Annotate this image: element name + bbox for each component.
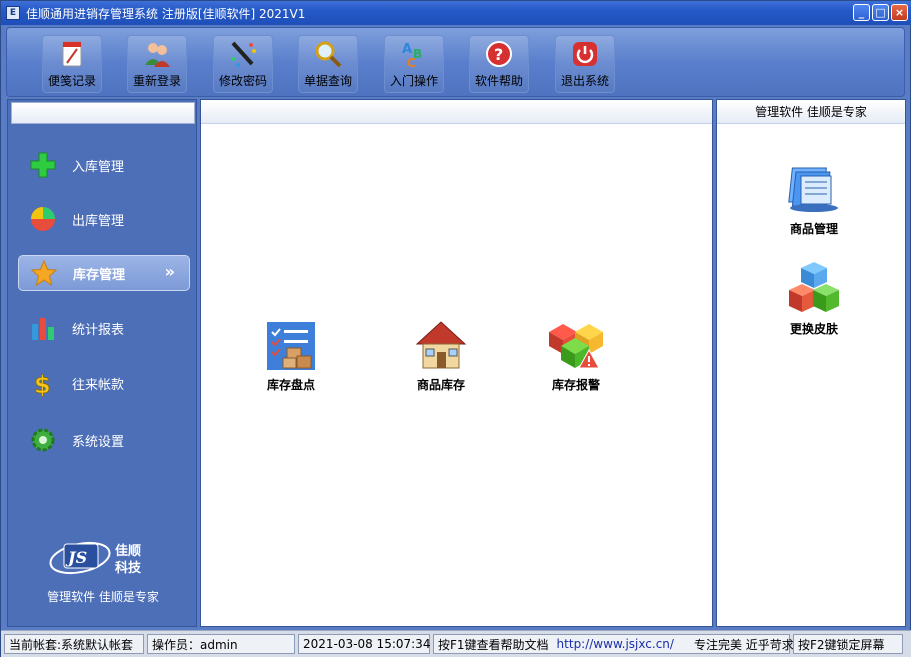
status-help-hint: 按F1键查看帮助文档 bbox=[438, 637, 549, 652]
minimize-button[interactable]: _ bbox=[853, 4, 870, 21]
status-account: 当前帐套:系统默认帐套 bbox=[4, 634, 144, 654]
magnifier-icon bbox=[315, 41, 342, 68]
left-slogan: 管理软件 佳顺是专家 bbox=[47, 590, 159, 604]
abc-icon: A BC bbox=[402, 42, 422, 69]
nav-label: 往来帐款 bbox=[72, 377, 125, 393]
module-product-stock[interactable]: 商品库存 bbox=[396, 318, 486, 393]
document-search-button[interactable]: 单据查询 bbox=[298, 35, 358, 93]
logo-text-2: 科技 bbox=[115, 560, 142, 576]
module-label: 库存报警 bbox=[551, 378, 600, 392]
nav-label: 统计报表 bbox=[72, 322, 125, 338]
nav-label: 系统设置 bbox=[72, 434, 125, 450]
svg-text:?: ? bbox=[494, 45, 503, 64]
star-icon bbox=[29, 258, 59, 288]
nav-label: 出库管理 bbox=[72, 213, 125, 229]
status-help: 按F1键查看帮助文档 http://www.jsjxc.cn/ 专注完美 近乎苛… bbox=[433, 634, 794, 654]
nav-item-stock-in[interactable]: 入库管理 bbox=[18, 147, 190, 183]
files-icon bbox=[788, 167, 838, 212]
module-label: 更换皮肤 bbox=[789, 322, 838, 336]
cubes-icon bbox=[789, 262, 839, 312]
module-change-skin[interactable]: 更换皮肤 bbox=[769, 262, 859, 337]
exit-button[interactable]: 退出系统 bbox=[555, 35, 615, 93]
notepad-icon bbox=[62, 41, 82, 67]
getting-started-button[interactable]: ABC 入门操作 bbox=[384, 35, 444, 93]
dollar-icon: $ bbox=[28, 368, 58, 398]
power-icon bbox=[573, 42, 597, 66]
status-datetime: 2021-03-08 15:07:34 bbox=[298, 634, 430, 654]
company-logo: JS 佳顺 科技 bbox=[48, 536, 158, 586]
plus-icon bbox=[28, 150, 58, 180]
close-button[interactable]: × bbox=[891, 4, 908, 21]
pie-icon bbox=[28, 204, 58, 234]
nav-item-settings[interactable]: 系统设置 bbox=[18, 422, 190, 458]
svg-text:$: $ bbox=[34, 371, 51, 397]
app-icon: E bbox=[6, 6, 20, 20]
help-button[interactable]: ? 软件帮助 bbox=[469, 35, 529, 93]
svg-text:C: C bbox=[407, 56, 416, 69]
status-operator: 操作员：admin bbox=[147, 634, 295, 654]
users-icon bbox=[145, 43, 170, 67]
module-product-management[interactable]: 商品管理 bbox=[769, 162, 859, 237]
module-label: 库存盘点 bbox=[266, 378, 315, 392]
window-controls: _ □ × bbox=[853, 4, 908, 21]
toolbar-label: 退出系统 bbox=[560, 74, 609, 88]
status-motto: 专注完美 近乎苛求 bbox=[693, 637, 794, 652]
module-stocktaking[interactable]: 库存盘点 bbox=[246, 320, 336, 393]
toolbar-label: 软件帮助 bbox=[474, 74, 523, 88]
website-link[interactable]: http://www.jsjxc.cn/ bbox=[557, 637, 674, 651]
nav-item-reports[interactable]: 统计报表 bbox=[18, 310, 190, 346]
help-icon: ? bbox=[486, 41, 512, 67]
toolbar: 便笺记录 重新登录 修改密码 单据查询 ABC 入门操作 ? 软件帮助 退出系统 bbox=[6, 27, 905, 97]
relogin-button[interactable]: 重新登录 bbox=[127, 35, 187, 93]
status-lock-hint: 按F2键锁定屏幕 bbox=[793, 634, 903, 654]
notepad-button[interactable]: 便笺记录 bbox=[42, 35, 102, 93]
window-title: 佳顺通用进销存管理系统 注册版[佳顺软件] 2021V1 bbox=[26, 6, 306, 21]
nav-label: 入库管理 bbox=[72, 159, 125, 175]
status-bar: 当前帐套:系统默认帐套 操作员：admin 2021-03-08 15:07:3… bbox=[1, 630, 911, 657]
pencil-icon bbox=[231, 41, 256, 67]
chevron-right-icon: » bbox=[164, 262, 175, 281]
toolbar-label: 重新登录 bbox=[132, 74, 181, 88]
gear-icon bbox=[28, 425, 58, 455]
left-panel-header bbox=[11, 102, 195, 124]
toolbar-label: 单据查询 bbox=[303, 74, 352, 88]
right-panel: 管理软件 佳顺是专家 商品管理 更换皮肤 bbox=[716, 99, 906, 627]
toolbar-label: 修改密码 bbox=[218, 74, 267, 88]
center-panel-header bbox=[201, 100, 712, 124]
nav-label: 库存管理 bbox=[73, 267, 126, 283]
house-icon bbox=[415, 321, 467, 369]
alarm-boxes-icon bbox=[549, 324, 603, 369]
center-panel: 库存盘点 商品库存 库存报警 bbox=[200, 99, 713, 627]
module-label: 商品管理 bbox=[789, 222, 838, 236]
left-nav-panel: 入库管理 出库管理 库存管理 » 统计报表 $ 往来帐款 系统设置 JS 佳顺 … bbox=[7, 99, 197, 627]
change-password-button[interactable]: 修改密码 bbox=[213, 35, 273, 93]
inventory-check-icon bbox=[267, 322, 315, 370]
maximize-button[interactable]: □ bbox=[872, 4, 889, 21]
right-panel-header: 管理软件 佳顺是专家 bbox=[717, 100, 905, 124]
nav-item-accounts[interactable]: $ 往来帐款 bbox=[18, 365, 190, 401]
main-window: E 佳顺通用进销存管理系统 注册版[佳顺软件] 2021V1 _ □ × 便笺记… bbox=[0, 0, 911, 657]
nav-item-inventory[interactable]: 库存管理 » bbox=[18, 255, 190, 291]
nav-item-stock-out[interactable]: 出库管理 bbox=[18, 201, 190, 237]
logo-mark: JS bbox=[65, 548, 87, 567]
module-stock-alarm[interactable]: 库存报警 bbox=[531, 318, 621, 393]
toolbar-label: 入门操作 bbox=[389, 74, 438, 88]
logo-text-1: 佳顺 bbox=[115, 543, 141, 559]
title-bar: E 佳顺通用进销存管理系统 注册版[佳顺软件] 2021V1 _ □ × bbox=[1, 1, 911, 25]
module-label: 商品库存 bbox=[416, 378, 465, 392]
bar-chart-icon bbox=[28, 313, 58, 343]
svg-text:A: A bbox=[402, 42, 412, 57]
toolbar-label: 便笺记录 bbox=[47, 74, 96, 88]
